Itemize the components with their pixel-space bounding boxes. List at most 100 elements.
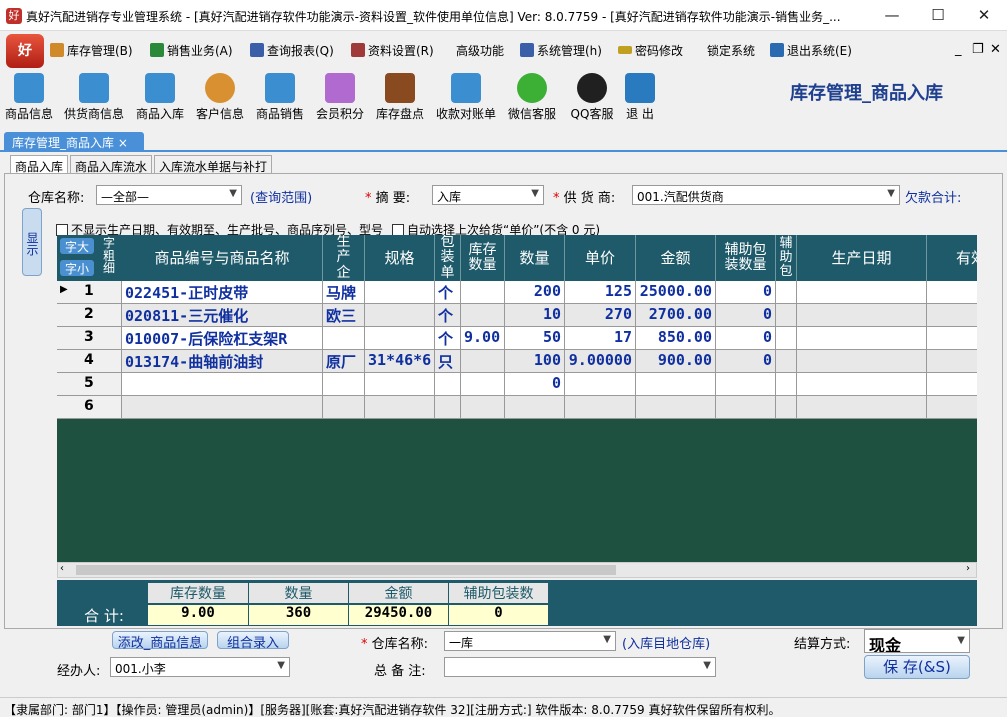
close-button[interactable]: ✕ [961, 0, 1007, 31]
col-mfg-date[interactable]: 生产日期 [797, 235, 927, 281]
col-qty[interactable]: 数量 [505, 235, 565, 281]
font-smaller-button[interactable]: 字小 [60, 260, 94, 276]
menu-password[interactable]: 密码修改 [618, 42, 683, 59]
cell-stock[interactable] [461, 373, 505, 396]
cell-price[interactable] [565, 396, 636, 419]
cell-qty[interactable] [505, 396, 565, 419]
cell-price[interactable]: 9.00000 [565, 350, 636, 373]
tb-customer-info[interactable]: 客户信息 [194, 71, 246, 122]
tb-member-points[interactable]: 会员积分 [314, 71, 366, 122]
cell-spec[interactable] [365, 281, 435, 304]
cell-stock[interactable] [461, 396, 505, 419]
table-row[interactable]: 3 010007-后保险杠支架R 个 9.00 50 17 850.00 0 [57, 327, 977, 350]
cell-amount[interactable] [636, 396, 716, 419]
col-aux-pack[interactable]: 辅助包 [776, 235, 797, 281]
settle-select[interactable]: 现金 ▼ [864, 629, 970, 653]
font-weight-toggle[interactable]: 字粗细 [98, 237, 120, 275]
menu-system[interactable]: 系统管理(h) [520, 42, 602, 59]
cell-qty[interactable]: 50 [505, 327, 565, 350]
cell-aux[interactable] [716, 396, 776, 419]
col-stock[interactable]: 库存数量 [461, 235, 505, 281]
cell-name[interactable]: 020811-三元催化 [122, 304, 323, 327]
scroll-right-icon[interactable]: › [966, 563, 970, 574]
cell-maker[interactable]: 欧三 [323, 304, 365, 327]
cell-price[interactable] [565, 373, 636, 396]
row-number[interactable]: 2 [57, 304, 122, 327]
cell-aux[interactable]: 0 [716, 350, 776, 373]
cell-maker[interactable]: 原厂 [323, 350, 365, 373]
cell-mfg[interactable] [797, 304, 927, 327]
cell-mfg[interactable] [797, 281, 927, 304]
cell-qty[interactable]: 0 [505, 373, 565, 396]
scroll-thumb[interactable] [76, 565, 616, 575]
table-row[interactable]: 4 013174-曲轴前油封 原厂 31*46*6 只 100 9.00000 900.00 0 [57, 350, 977, 373]
row-number[interactable]: 5 [57, 373, 122, 396]
cell-stock[interactable] [461, 304, 505, 327]
table-row[interactable]: 6 [57, 396, 977, 419]
table-row[interactable]: 2 020811-三元催化 欧三 个 10 270 2700.00 0 [57, 304, 977, 327]
tb-stocktake[interactable]: 库存盘点 [374, 71, 426, 122]
cell-amount[interactable] [636, 373, 716, 396]
cell-unit[interactable]: 只 [435, 350, 461, 373]
horizontal-scrollbar[interactable]: ‹ › [57, 562, 977, 578]
font-bigger-button[interactable]: 字大 [60, 238, 94, 254]
scroll-left-icon[interactable]: ‹ [60, 563, 64, 574]
cell-unit[interactable] [435, 396, 461, 419]
cell-amount[interactable]: 25000.00 [636, 281, 716, 304]
cell-mfg[interactable] [797, 396, 927, 419]
col-price[interactable]: 单价 [565, 235, 636, 281]
col-unit[interactable]: 包装单 [435, 235, 461, 281]
cell-qty[interactable]: 100 [505, 350, 565, 373]
minimize-button[interactable]: — [869, 0, 915, 31]
col-amount[interactable]: 金额 [636, 235, 716, 281]
row-number[interactable]: 4 [57, 350, 122, 373]
row-number[interactable]: 3 [57, 327, 122, 350]
tb-exit[interactable]: 退 出 [622, 71, 658, 122]
col-aux-qty[interactable]: 辅助包装数量 [716, 235, 776, 281]
cell-unit[interactable]: 个 [435, 304, 461, 327]
cell-auxpack[interactable] [776, 396, 797, 419]
row-number[interactable]: 6 [57, 396, 122, 419]
row-number[interactable]: ▶ 1 [57, 281, 122, 304]
cell-amount[interactable]: 2700.00 [636, 304, 716, 327]
summary-select[interactable]: 入库 ▼ [432, 185, 544, 205]
tb-supplier-info[interactable]: 供货商信息 [62, 71, 126, 122]
table-row[interactable]: 50 [57, 373, 977, 396]
handler-select[interactable]: 001.小李 ▼ [110, 657, 290, 677]
edit-product-button[interactable]: 添改_商品信息 [112, 631, 208, 651]
cell-spec[interactable] [365, 396, 435, 419]
col-spec[interactable]: 规格 [365, 235, 435, 281]
mdi-restore-button[interactable]: ❐ [972, 42, 984, 57]
cell-spec[interactable] [365, 373, 435, 396]
supplier-select[interactable]: 001.汽配供货商 ▼ [632, 185, 900, 205]
tb-stock-in[interactable]: 商品入库 [134, 71, 186, 122]
cell-exp[interactable] [927, 281, 977, 304]
cell-unit[interactable]: 个 [435, 281, 461, 304]
cell-name[interactable]: 010007-后保险杠支架R [122, 327, 323, 350]
cell-price[interactable]: 270 [565, 304, 636, 327]
cell-price[interactable]: 125 [565, 281, 636, 304]
tab-stock-in[interactable]: 库存管理_商品入库 × [4, 132, 144, 152]
tb-wechat-support[interactable]: 微信客服 [506, 71, 558, 122]
cell-amount[interactable]: 850.00 [636, 327, 716, 350]
cell-spec[interactable]: 31*46*6 [365, 350, 435, 373]
cell-mfg[interactable] [797, 373, 927, 396]
cell-stock[interactable] [461, 350, 505, 373]
cell-stock[interactable]: 9.00 [461, 327, 505, 350]
cell-maker[interactable] [323, 396, 365, 419]
cell-aux[interactable] [716, 373, 776, 396]
cell-exp[interactable] [927, 327, 977, 350]
maximize-button[interactable]: ☐ [915, 0, 961, 31]
cell-maker[interactable] [323, 327, 365, 350]
cell-auxpack[interactable] [776, 281, 797, 304]
cell-name[interactable]: 022451-正时皮带 [122, 281, 323, 304]
mdi-close-button[interactable]: ✕ [990, 42, 1001, 57]
cell-auxpack[interactable] [776, 373, 797, 396]
cell-name[interactable] [122, 373, 323, 396]
cell-amount[interactable]: 900.00 [636, 350, 716, 373]
tb-qq-support[interactable]: QQ客服 [566, 71, 618, 122]
menu-advanced[interactable]: 高级功能 [456, 42, 504, 59]
warehouse-select[interactable]: —全部— ▼ [96, 185, 242, 205]
cell-stock[interactable] [461, 281, 505, 304]
subtab-stock-in[interactable]: 商品入库 [10, 155, 68, 174]
